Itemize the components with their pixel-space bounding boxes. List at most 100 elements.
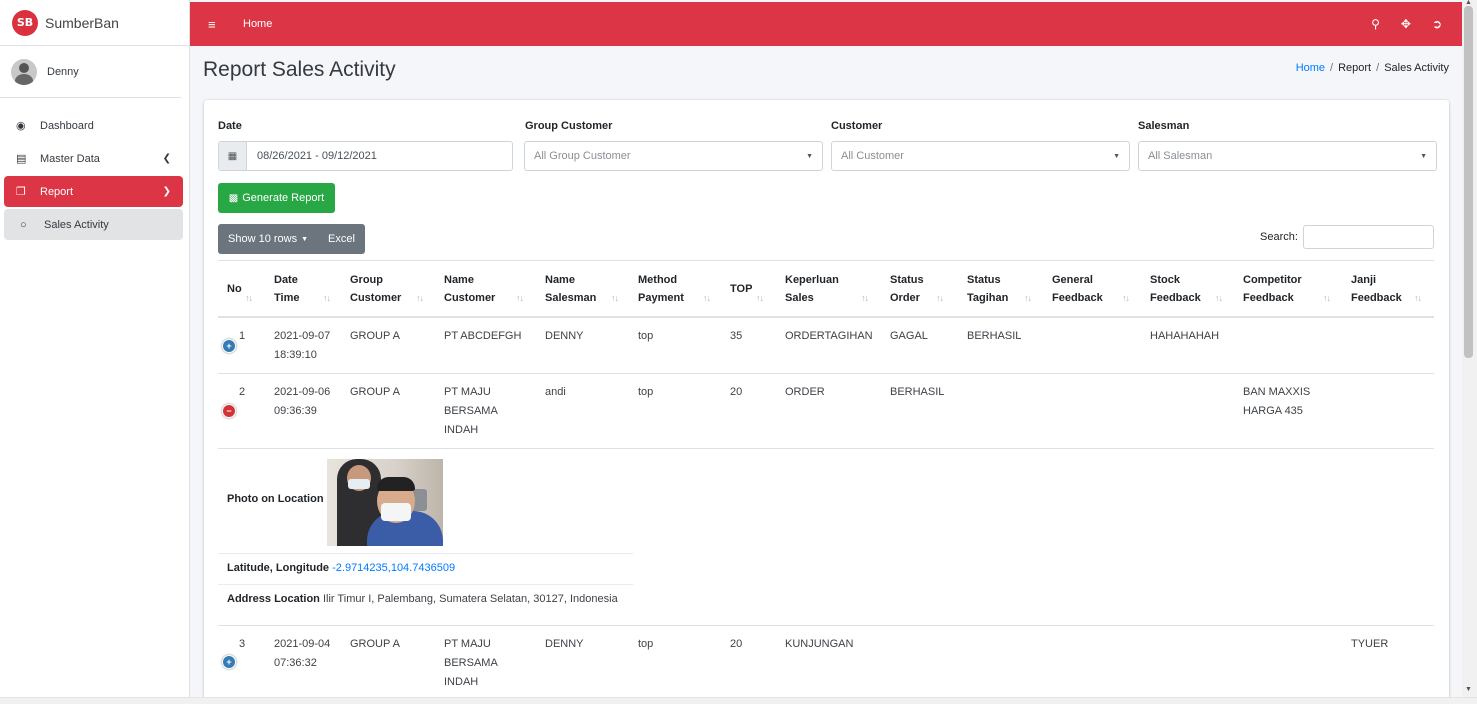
sort-icon[interactable]: ↑↓ xyxy=(611,293,619,303)
col-header-method-payment[interactable]: Method Payment xyxy=(638,271,684,307)
detail-divider xyxy=(218,584,633,585)
table-row[interactable]: + 1 2021-09-07 18:39:10 GROUP A PT ABCDEF… xyxy=(218,318,1434,374)
col-header-label: Date xyxy=(274,274,298,286)
table-row[interactable]: + 3 2021-09-04 07:36:32 GROUP A PT MAJU BE… xyxy=(218,626,1434,704)
logout-icon[interactable]: ➲ xyxy=(1432,17,1442,31)
report-card: Date ▦ 08/26/2021 - 09/12/2021 Group Cus… xyxy=(204,100,1449,704)
salesman-value: All Salesman xyxy=(1148,150,1213,162)
breadcrumb-home[interactable]: Home xyxy=(1296,62,1325,74)
cell-date: 2021-09-04 xyxy=(274,638,331,650)
user-name: Denny xyxy=(47,65,79,78)
col-header-status-tagihan[interactable]: Status Tagihan xyxy=(967,271,1008,307)
address-line: Address Location Ilir Timur I, Palembang… xyxy=(227,590,618,609)
sort-icon[interactable]: ↑↓ xyxy=(323,293,331,303)
col-header-label: Time xyxy=(274,292,300,304)
user-panel[interactable]: Denny xyxy=(0,46,181,98)
nav-home-link[interactable]: Home xyxy=(243,18,272,30)
cell-keperluan: ORDER xyxy=(785,386,825,398)
scroll-down-icon[interactable]: ▼ xyxy=(1465,686,1472,693)
cell-status-order: BERHASIL xyxy=(890,386,945,398)
sidebar-item-dashboard[interactable]: ◉ Dashboard xyxy=(4,110,183,141)
col-header-top[interactable]: TOP xyxy=(730,280,752,298)
expand-icon[interactable]: + xyxy=(222,655,236,669)
sort-icon[interactable]: ↑↓ xyxy=(1122,293,1130,303)
latlng-label: Latitude, Longitude xyxy=(227,562,330,574)
cell-date-time: 2021-09-04 07:36:32 xyxy=(274,635,330,673)
cell-salesman: DENNY xyxy=(545,638,584,650)
sort-icon[interactable]: ↑↓ xyxy=(416,293,424,303)
generate-report-button[interactable]: ▩ Generate Report xyxy=(218,183,335,213)
cell-competitor-line: HARGA 435 xyxy=(1243,405,1303,417)
copy-icon: ❐ xyxy=(16,186,26,198)
col-header-label: Order xyxy=(890,292,920,304)
caret-down-icon: ▼ xyxy=(301,235,309,243)
cell-status-tagihan: BERHASIL xyxy=(967,330,1022,342)
search-input[interactable] xyxy=(1303,225,1434,249)
sort-icon[interactable]: ↑↓ xyxy=(1323,293,1331,303)
scrollbar-thumb[interactable] xyxy=(1464,6,1473,358)
cell-payment: top xyxy=(638,386,654,398)
cell-no: 2 xyxy=(239,386,246,398)
excel-label: Excel xyxy=(328,233,355,245)
sidebar-item-label: Dashboard xyxy=(40,119,94,132)
cell-salesman: andi xyxy=(545,386,566,398)
customer-value: All Customer xyxy=(841,150,904,162)
chevron-down-icon: ❯ xyxy=(162,186,171,197)
collapse-icon[interactable]: − xyxy=(222,404,236,418)
salesman-select[interactable]: All Salesman ▼ xyxy=(1138,141,1437,171)
sidebar-item-master-data[interactable]: ▤ Master Data ❮ xyxy=(4,143,183,174)
generate-report-label: Generate Report xyxy=(242,192,325,204)
cell-no: 3 xyxy=(239,638,246,650)
sort-icon[interactable]: ↑↓ xyxy=(1215,293,1223,303)
sort-icon[interactable]: ↑↓ xyxy=(1024,293,1032,303)
col-header-label: Feedback xyxy=(1150,292,1201,304)
sidebar-item-label: Report xyxy=(40,185,74,198)
sort-icon[interactable]: ↑↓ xyxy=(1414,293,1422,303)
col-header-stock-feedback[interactable]: Stock Feedback xyxy=(1150,271,1201,307)
brand[interactable]: SB SumberBan xyxy=(0,0,189,46)
sidebar-item-sales-activity[interactable]: ○ Sales Activity xyxy=(4,209,183,240)
col-header-name-salesman[interactable]: Name Salesman xyxy=(545,271,596,307)
vertical-scrollbar[interactable]: ▲ ▼ xyxy=(1462,0,1477,704)
col-header-keperluan-sales[interactable]: Keperluan Sales xyxy=(785,271,839,307)
col-header-label: Janji xyxy=(1351,274,1377,286)
col-header-status-order[interactable]: Status Order xyxy=(890,271,924,307)
fullscreen-icon[interactable]: ✥ xyxy=(1401,17,1411,31)
col-header-group-customer[interactable]: Group Customer xyxy=(350,271,401,307)
sort-icon[interactable]: ↑↓ xyxy=(861,293,869,303)
sidebar-item-label: Sales Activity xyxy=(44,218,109,231)
col-header-janji-feedback[interactable]: Janji Feedback xyxy=(1351,271,1402,307)
col-header-competitor-feedback[interactable]: Competitor Feedback xyxy=(1243,271,1302,307)
cell-customer-line: PT ABCDEFGH xyxy=(444,330,522,342)
excel-button[interactable]: Excel xyxy=(318,224,365,254)
date-range-input[interactable]: ▦ 08/26/2021 - 09/12/2021 xyxy=(218,141,513,171)
navbar-right-icons: ⚲ ✥ ➲ xyxy=(1371,17,1442,31)
group-customer-select[interactable]: All Group Customer ▼ xyxy=(524,141,823,171)
sort-icon[interactable]: ↑↓ xyxy=(756,293,764,303)
col-header-name-customer[interactable]: Name Customer xyxy=(444,271,495,307)
col-header-general-feedback[interactable]: General Feedback xyxy=(1052,271,1103,307)
col-header-date-time[interactable]: Date Time xyxy=(274,271,299,307)
latlng-line: Latitude, Longitude -2.9714235,104.74365… xyxy=(227,559,455,578)
cell-group: GROUP A xyxy=(350,638,400,650)
table-row[interactable]: − 2 2021-09-06 09:36:39 GROUP A PT MAJU BE… xyxy=(218,374,1434,449)
horizontal-scrollbar[interactable] xyxy=(0,697,1477,704)
show-rows-button[interactable]: Show 10 rows ▼ xyxy=(218,224,318,254)
sort-icon[interactable]: ↑↓ xyxy=(245,293,253,303)
expand-icon[interactable]: + xyxy=(222,339,236,353)
avatar xyxy=(11,58,37,85)
search-icon[interactable]: ⚲ xyxy=(1371,17,1380,31)
sort-icon[interactable]: ↑↓ xyxy=(516,293,524,303)
col-header-label: Method xyxy=(638,274,678,286)
sidebar-item-report[interactable]: ❐ Report ❯ xyxy=(4,176,183,207)
sort-icon[interactable]: ↑↓ xyxy=(703,293,711,303)
location-photo[interactable] xyxy=(327,459,443,546)
customer-select[interactable]: All Customer ▼ xyxy=(831,141,1130,171)
cell-customer-line: PT MAJU xyxy=(444,386,491,398)
cell-status-order: GAGAL xyxy=(890,330,928,342)
sort-icon[interactable]: ↑↓ xyxy=(936,293,944,303)
photo-label: Photo on Location xyxy=(227,493,324,505)
latlng-link[interactable]: -2.9714235,104.7436509 xyxy=(332,562,455,574)
menu-icon[interactable]: ≡ xyxy=(208,17,222,32)
col-header-no[interactable]: No xyxy=(227,280,242,298)
